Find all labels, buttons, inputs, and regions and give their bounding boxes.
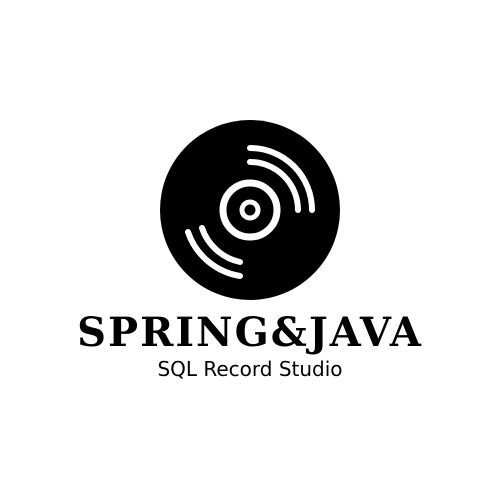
logo-canvas: SPRING&JAVA SQL Record Studio <box>0 0 500 500</box>
brand-name: SPRING&JAVA <box>77 309 423 356</box>
brand-tagline: SQL Record Studio <box>157 357 343 381</box>
vinyl-record-icon <box>160 120 340 300</box>
